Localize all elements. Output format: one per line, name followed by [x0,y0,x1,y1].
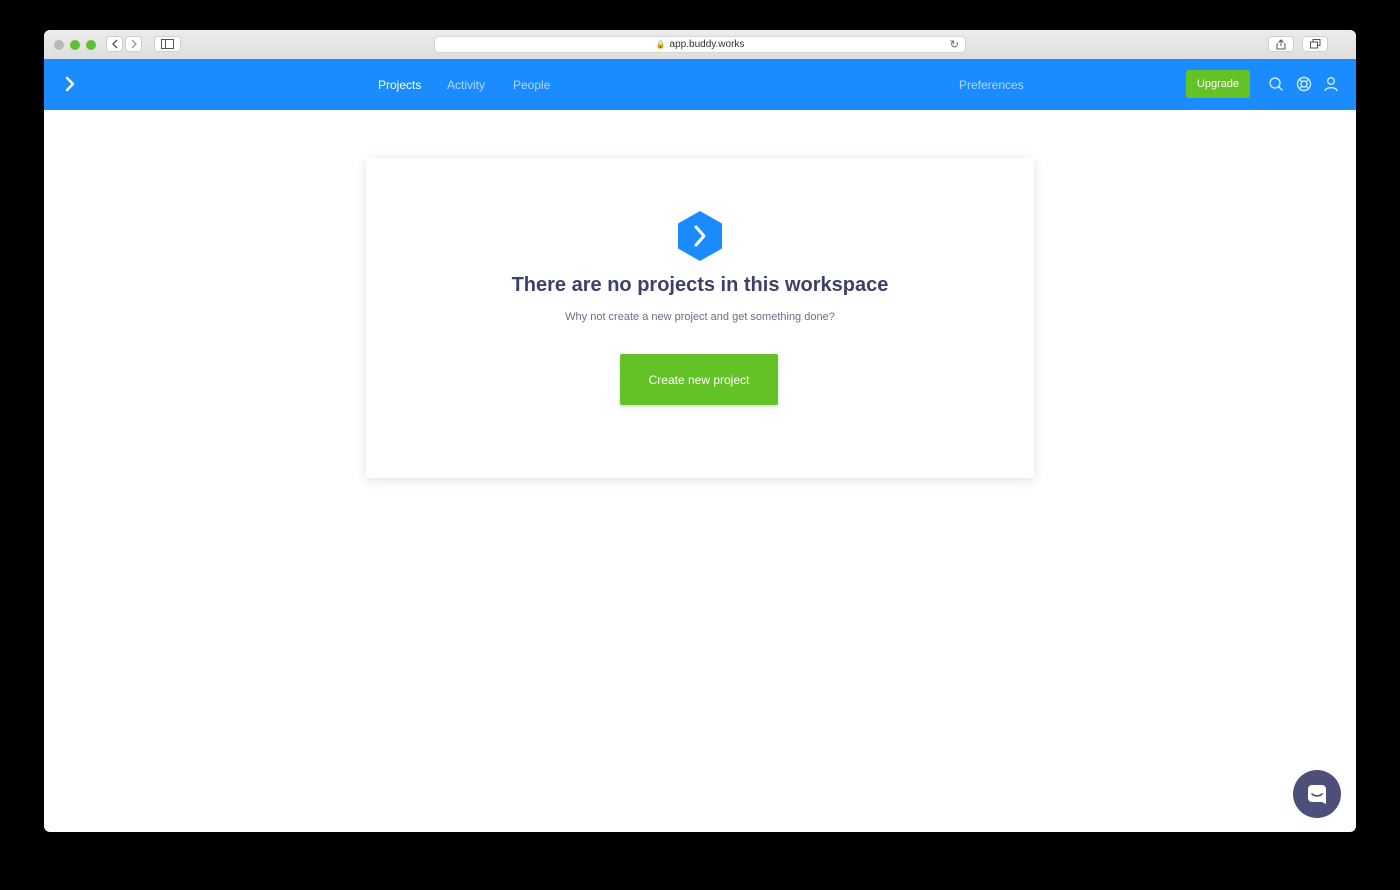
browser-window: 🔒 app.buddy.works ↻ Projects Activity Pe… [44,30,1356,832]
chevron-left-icon [111,39,117,49]
tabs-icon [1309,39,1320,49]
share-button[interactable] [1268,36,1294,52]
sidebar-toggle-button[interactable] [154,36,181,52]
url-text: app.buddy.works [669,39,745,50]
nav-people[interactable]: People [513,59,550,110]
create-project-button[interactable]: Create new project [620,354,778,405]
minimize-window-button[interactable] [70,40,80,50]
chat-launcher-button[interactable] [1293,770,1341,818]
lock-icon: 🔒 [655,40,666,49]
reload-icon[interactable]: ↻ [950,38,959,51]
chevron-right-icon[interactable] [62,73,80,95]
back-button[interactable] [106,36,123,52]
close-window-button[interactable] [54,40,64,50]
nav-preferences[interactable]: Preferences [959,59,1024,110]
upgrade-button[interactable]: Upgrade [1186,70,1250,98]
chevron-right-icon [131,39,137,49]
browser-toolbar: 🔒 app.buddy.works ↻ [44,30,1356,60]
empty-state-title: There are no projects in this workspace [511,274,889,296]
tabs-button[interactable] [1302,36,1328,52]
address-bar[interactable]: 🔒 app.buddy.works ↻ [434,36,966,53]
sidebar-icon [161,39,174,49]
nav-projects[interactable]: Projects [378,59,421,110]
user-icon[interactable] [1323,76,1339,92]
search-icon[interactable] [1268,76,1284,92]
lifebuoy-icon[interactable] [1296,76,1312,92]
forward-button[interactable] [125,36,142,52]
share-icon [1276,38,1286,49]
maximize-window-button[interactable] [86,40,96,50]
buddy-logo-icon [678,211,722,261]
empty-state-card: There are no projects in this workspace … [366,158,1034,478]
empty-state-subtitle: Why not create a new project and get som… [565,311,835,323]
app-header: Projects Activity People Preferences Upg… [44,59,1356,110]
chat-icon [1308,785,1326,804]
nav-activity[interactable]: Activity [447,59,485,110]
